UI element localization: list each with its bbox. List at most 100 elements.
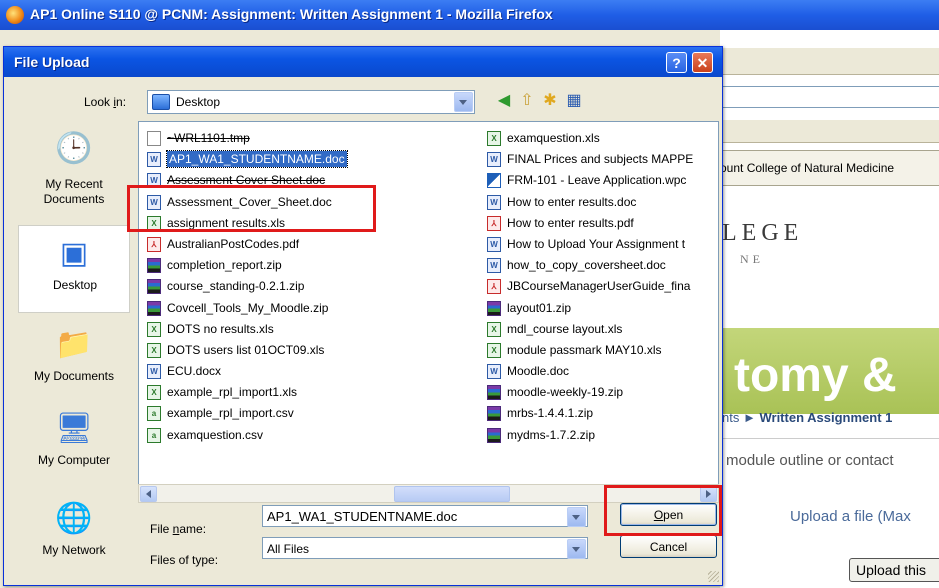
upload-this-file-button[interactable]: Upload this [849, 558, 939, 582]
list-item[interactable]: ⅄ JBCourseManagerUserGuide_fina [485, 276, 715, 297]
dialog-titlebar[interactable]: File Upload ? ✕ [4, 47, 722, 77]
list-item[interactable]: Xexamquestion.xls [485, 128, 715, 149]
my-computer-icon: 🖥 [55, 412, 94, 445]
place-my-computer[interactable]: 🖥 My Computer [18, 401, 130, 489]
views-menu-icon[interactable]: ▦ [564, 91, 584, 111]
place-label: Desktop [52, 278, 98, 292]
chevron-down-icon[interactable] [454, 92, 473, 112]
excel-file-icon: X [487, 321, 501, 337]
pdf-file-icon: ⅄ [487, 215, 501, 231]
word-doc-icon: W [487, 152, 501, 168]
file-type-label: Files of type: [150, 553, 219, 567]
list-item-selected[interactable]: W AP1_WA1_STUDENTNAME.doc [145, 149, 485, 170]
my-network-icon: 🌐 [55, 502, 93, 535]
cancel-button[interactable]: Cancel [620, 535, 717, 558]
place-desktop[interactable]: ▣ Desktop [18, 225, 130, 313]
page-note: module outline or contact [726, 452, 894, 469]
zip-archive-icon [147, 300, 161, 316]
list-item[interactable]: Xexample_rpl_import1.xls [145, 382, 485, 403]
list-item[interactable]: ⅄ How to enter results.pdf [485, 213, 715, 234]
close-button[interactable]: ✕ [692, 52, 713, 73]
back-icon[interactable]: ◀ [494, 91, 514, 111]
tmp-file-icon [147, 131, 161, 146]
list-item[interactable]: moodle-weekly-19.zip [485, 382, 715, 403]
breadcrumb-prefix[interactable]: nts [722, 410, 739, 425]
list-item[interactable]: Covcell_Tools_My_Moodle.zip [145, 298, 485, 319]
list-item[interactable]: W FINAL Prices and subjects MAPPE [485, 149, 715, 170]
place-my-documents[interactable]: 📁 My Documents [18, 317, 130, 405]
breadcrumb-separator-icon: ► [742, 410, 756, 425]
breadcrumb-current: Written Assignment 1 [759, 410, 893, 425]
list-item[interactable]: FRM-101 - Leave Application.wpc [485, 170, 715, 191]
word-doc-icon: W [487, 364, 501, 380]
list-item[interactable]: completion_report.zip [145, 255, 485, 276]
scroll-left-icon[interactable] [140, 486, 157, 502]
excel-file-icon: X [487, 131, 501, 146]
zip-archive-icon [487, 300, 501, 316]
place-my-network[interactable]: 🌐 My Network [18, 491, 130, 579]
background-page [720, 30, 939, 588]
college-subheading: NE [740, 252, 764, 266]
file-name-value: AP1_WA1_STUDENTNAME.doc [267, 509, 458, 524]
list-item[interactable]: ⅄ AustralianPostCodes.pdf [145, 234, 485, 255]
list-item[interactable]: mydms-1.7.2.zip [485, 425, 715, 446]
up-folder-icon[interactable]: ⇧ [517, 91, 537, 111]
place-my-recent-documents[interactable]: 🕒 My Recent Documents [18, 121, 130, 209]
list-item[interactable]: a example_rpl_import.csv [145, 403, 485, 424]
list-item[interactable]: Xmdl_course layout.xls [485, 319, 715, 340]
resize-grip-icon[interactable] [708, 571, 719, 582]
browser-tab[interactable]: ount College of Natural Medicine [720, 150, 939, 186]
place-label: My Documents [33, 369, 115, 383]
wordperfect-file-icon [487, 173, 501, 189]
chevron-down-icon[interactable] [567, 539, 586, 559]
my-documents-icon: 📁 [55, 328, 93, 361]
list-item[interactable]: W ECU.docx [145, 361, 485, 382]
list-item[interactable]: course_standing-0.2.1.zip [145, 276, 485, 297]
college-heading: LEGE [722, 220, 804, 246]
place-label: My Recent Documents [43, 177, 105, 206]
pdf-file-icon: ⅄ [147, 236, 161, 252]
file-type-select[interactable]: All Files [262, 537, 588, 559]
excel-file-icon: X [147, 385, 161, 401]
new-folder-icon[interactable]: ✱ [540, 91, 560, 111]
list-item[interactable]: Xmodule passmark MAY10.xls [485, 340, 715, 361]
list-item[interactable]: Whow_to_copy_coversheet.doc [485, 255, 715, 276]
file-name-input[interactable]: AP1_WA1_STUDENTNAME.doc [262, 505, 588, 527]
word-doc-icon: W [487, 194, 501, 210]
list-item[interactable]: mrbs-1.4.4.1.zip [485, 403, 715, 424]
desktop-icon [152, 94, 170, 110]
browser-menubar [720, 48, 939, 75]
browser-toolbar [720, 120, 939, 143]
word-doc-icon: W [147, 152, 161, 168]
places-bar: 🕒 My Recent Documents ▣ Desktop 📁 My Doc… [18, 121, 130, 583]
zip-archive-icon [147, 279, 161, 295]
csv-file-icon: a [147, 427, 161, 443]
pdf-file-icon: ⅄ [487, 279, 501, 295]
list-item[interactable]: X DOTS users list 01OCT09.xls [145, 340, 485, 361]
help-button[interactable]: ? [666, 52, 687, 73]
list-item[interactable]: ~WRL1101.tmp [145, 128, 485, 149]
file-list[interactable]: ~WRL1101.tmp W AP1_WA1_STUDENTNAME.doc WA… [138, 121, 719, 485]
look-in-dropdown[interactable]: Desktop [147, 90, 475, 114]
list-item[interactable]: X DOTS no results.xls [145, 319, 485, 340]
excel-file-icon: X [147, 342, 161, 358]
browser-url-bar[interactable] [722, 86, 939, 108]
banner-text: tomy & [734, 349, 897, 402]
list-item[interactable]: layout01.zip [485, 298, 715, 319]
file-type-value: All Files [267, 542, 310, 556]
file-name-label: File name: [150, 522, 207, 536]
list-item[interactable]: a examquestion.csv [145, 425, 485, 446]
scrollbar-thumb[interactable] [394, 486, 510, 502]
word-doc-icon: W [487, 258, 501, 274]
zip-archive-icon [147, 258, 161, 274]
list-item[interactable]: W How to enter results.doc [485, 192, 715, 213]
browser-title: AP1 Online S110 @ PCNM: Assignment: Writ… [30, 6, 553, 22]
chevron-down-icon[interactable] [567, 507, 586, 527]
firefox-logo-icon [6, 6, 24, 24]
browser-tab-label: ount College of Natural Medicine [720, 161, 895, 175]
open-button-highlight [604, 485, 722, 536]
list-item[interactable]: W Moodle.doc [485, 361, 715, 382]
recent-documents-icon: 🕒 [55, 132, 93, 165]
list-item[interactable]: W How to Upload Your Assignment t [485, 234, 715, 255]
zip-archive-icon [487, 427, 501, 443]
